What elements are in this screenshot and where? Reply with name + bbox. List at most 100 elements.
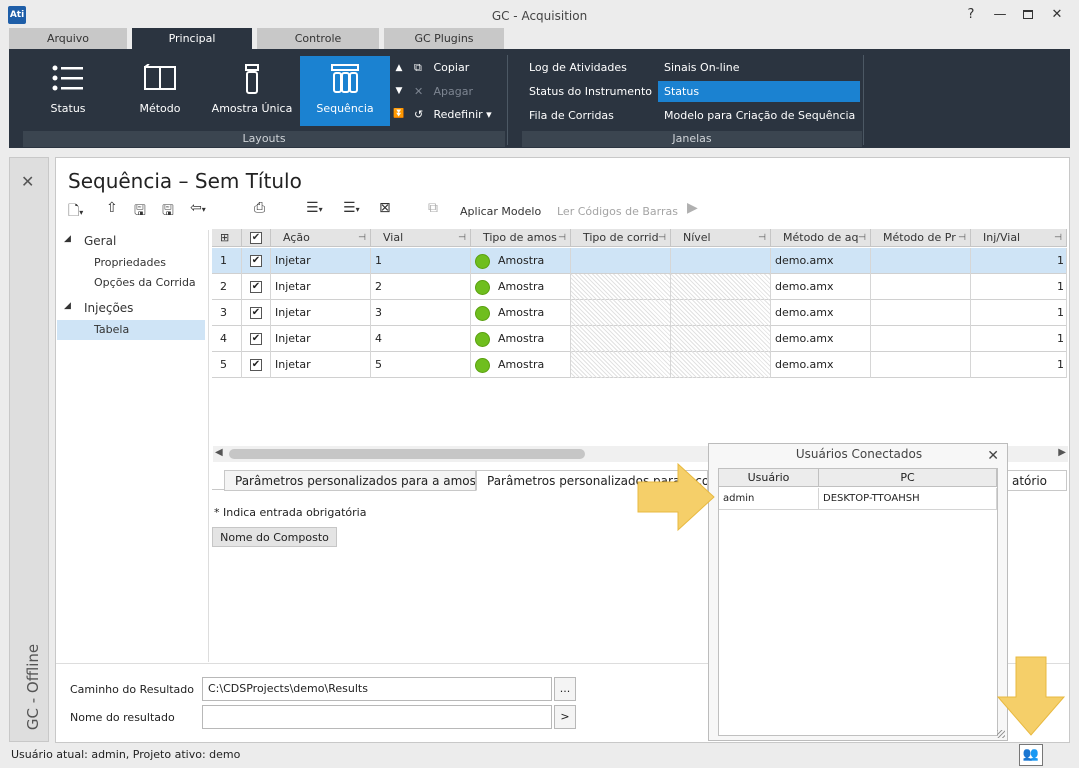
print-button[interactable]: ⎙: [254, 200, 265, 224]
help-button[interactable]: ?: [957, 4, 985, 26]
new-sequence-button[interactable]: 🗋▾: [68, 200, 83, 224]
cell-tipo-corrida[interactable]: [571, 274, 671, 300]
table-row[interactable]: 5 ✔ Injetar 5 Amostra demo.amx 1: [212, 352, 1067, 378]
cell-inj-vial[interactable]: 1: [971, 352, 1067, 378]
collapse-injecoes-icon[interactable]: ◢: [64, 301, 71, 311]
status-window-button[interactable]: Status: [658, 81, 860, 102]
table-row[interactable]: 3 ✔ Injetar 3 Amostra demo.amx 1: [212, 300, 1067, 326]
header-pc[interactable]: PC: [819, 469, 997, 487]
header-metodo-pr[interactable]: Método de Pr ⊣: [871, 229, 971, 247]
cell-vial[interactable]: 5: [371, 352, 471, 378]
modelo-sequencia-button[interactable]: Modelo para Criação de Sequência: [664, 107, 855, 125]
clear-rows-button[interactable]: ⊠: [379, 200, 391, 224]
table-row[interactable]: 4 ✔ Injetar 4 Amostra demo.amx 1: [212, 326, 1067, 352]
header-tipo-amostra[interactable]: Tipo de amos ⊣: [471, 229, 571, 247]
cell-tipo-amostra[interactable]: Amostra: [471, 300, 571, 326]
log-atividades-button[interactable]: Log de Atividades: [529, 59, 627, 77]
aplicar-modelo-button[interactable]: Aplicar Modelo: [460, 205, 541, 229]
remove-row-button[interactable]: ☰▾: [343, 200, 360, 224]
cell-nivel[interactable]: [671, 352, 771, 378]
tab-gc-plugins[interactable]: GC Plugins: [384, 28, 504, 50]
panel-close-button[interactable]: ✕: [987, 448, 999, 464]
cell-metodo-pr[interactable]: [871, 352, 971, 378]
layout-sequencia-button[interactable]: Sequência: [300, 56, 390, 126]
cell-tipo-corrida[interactable]: [571, 248, 671, 274]
tab-controle[interactable]: Controle: [257, 28, 379, 50]
close-button[interactable]: ✕: [1043, 4, 1071, 26]
row-checkbox[interactable]: ✔: [242, 248, 271, 274]
column-chooser-button[interactable]: ⊞: [212, 229, 242, 247]
status-instrumento-button[interactable]: Status do Instrumento: [529, 83, 652, 101]
open-button[interactable]: ⇧: [106, 200, 118, 224]
cell-tipo-amostra[interactable]: Amostra: [471, 352, 571, 378]
cell-inj-vial[interactable]: 1: [971, 326, 1067, 352]
row-checkbox[interactable]: ✔: [242, 326, 271, 352]
row-checkbox[interactable]: ✔: [242, 300, 271, 326]
save-button[interactable]: 🖫: [134, 200, 146, 224]
tab-params-other[interactable]: atório: [1008, 470, 1067, 491]
cell-nivel[interactable]: [671, 274, 771, 300]
cell-tipo-amostra[interactable]: Amostra: [471, 326, 571, 352]
row-number[interactable]: 5: [212, 352, 242, 378]
nome-resultado-button[interactable]: >: [554, 705, 576, 729]
cell-metodo-aq[interactable]: demo.amx: [771, 352, 871, 378]
header-acao[interactable]: Ação ⊣: [271, 229, 371, 247]
tree-item-propriedades[interactable]: Propriedades: [94, 256, 166, 269]
cell-metodo-pr[interactable]: [871, 274, 971, 300]
cell-metodo-pr[interactable]: [871, 248, 971, 274]
save-as-button[interactable]: 🖫: [162, 200, 174, 224]
minimize-button[interactable]: —: [986, 4, 1014, 26]
cell-vial[interactable]: 4: [371, 326, 471, 352]
cell-tipo-amostra[interactable]: Amostra: [471, 274, 571, 300]
layout-status-button[interactable]: Status: [23, 56, 113, 126]
layout-amostra-button[interactable]: Amostra Única: [207, 56, 297, 126]
caminho-resultado-input[interactable]: C:\CDSProjects\demo\Results: [202, 677, 552, 701]
row-number[interactable]: 3: [212, 300, 242, 326]
row-number[interactable]: 2: [212, 274, 242, 300]
header-tipo-corrida[interactable]: Tipo de corrid ⊣: [571, 229, 671, 247]
cell-tipo-corrida[interactable]: [571, 352, 671, 378]
table-row[interactable]: 2 ✔ Injetar 2 Amostra demo.amx 1: [212, 274, 1067, 300]
user-cell[interactable]: admin: [719, 488, 819, 510]
layout-metodo-button[interactable]: Método: [115, 56, 205, 126]
cell-vial[interactable]: 3: [371, 300, 471, 326]
pc-cell[interactable]: DESKTOP-TTOAHSH: [819, 488, 997, 510]
insert-row-button[interactable]: ☰▾: [306, 200, 323, 224]
row-number[interactable]: 4: [212, 326, 242, 352]
connected-users-button[interactable]: 👥: [1019, 744, 1043, 766]
header-inj-vial[interactable]: Inj/Vial ⊣: [971, 229, 1067, 247]
cell-metodo-pr[interactable]: [871, 300, 971, 326]
redefinir-button[interactable]: ↺ Redefinir ▾: [414, 106, 492, 124]
cell-nivel[interactable]: [671, 300, 771, 326]
template-icon-button[interactable]: ⧉: [428, 200, 438, 224]
row-checkbox[interactable]: ✔: [242, 352, 271, 378]
run-button[interactable]: ▶: [687, 200, 698, 224]
row-checkbox[interactable]: ✔: [242, 274, 271, 300]
tab-arquivo[interactable]: Arquivo: [9, 28, 127, 50]
tree-item-injecoes[interactable]: Injeções: [84, 301, 133, 315]
cell-metodo-pr[interactable]: [871, 326, 971, 352]
cell-metodo-aq[interactable]: demo.amx: [771, 326, 871, 352]
cell-inj-vial[interactable]: 1: [971, 274, 1067, 300]
tree-item-tabela[interactable]: Tabela: [57, 320, 205, 340]
cell-acao[interactable]: Injetar: [271, 300, 371, 326]
cell-tipo-corrida[interactable]: [571, 300, 671, 326]
cell-vial[interactable]: 2: [371, 274, 471, 300]
cell-metodo-aq[interactable]: demo.amx: [771, 248, 871, 274]
cell-metodo-aq[interactable]: demo.amx: [771, 274, 871, 300]
scroll-left-icon[interactable]: ◀: [215, 447, 223, 458]
cell-tipo-corrida[interactable]: [571, 326, 671, 352]
table-row[interactable]: 1 ✔ Injetar 1 Amostra demo.amx 1: [212, 248, 1067, 274]
fila-corridas-button[interactable]: Fila de Corridas: [529, 107, 614, 125]
cell-acao[interactable]: Injetar: [271, 274, 371, 300]
scroll-right-icon[interactable]: ▶: [1058, 447, 1066, 458]
tree-item-geral[interactable]: Geral: [84, 234, 116, 248]
cell-inj-vial[interactable]: 1: [971, 248, 1067, 274]
ler-codigos-button[interactable]: Ler Códigos de Barras: [557, 205, 678, 229]
cell-acao[interactable]: Injetar: [271, 248, 371, 274]
row-number[interactable]: 1: [212, 248, 242, 274]
tab-params-amostra[interactable]: Parâmetros personalizados para a amostra: [224, 470, 476, 491]
header-usuario[interactable]: Usuário: [719, 469, 819, 487]
collapse-geral-icon[interactable]: ◢: [64, 234, 71, 244]
close-panel-button[interactable]: ✕: [21, 172, 34, 191]
